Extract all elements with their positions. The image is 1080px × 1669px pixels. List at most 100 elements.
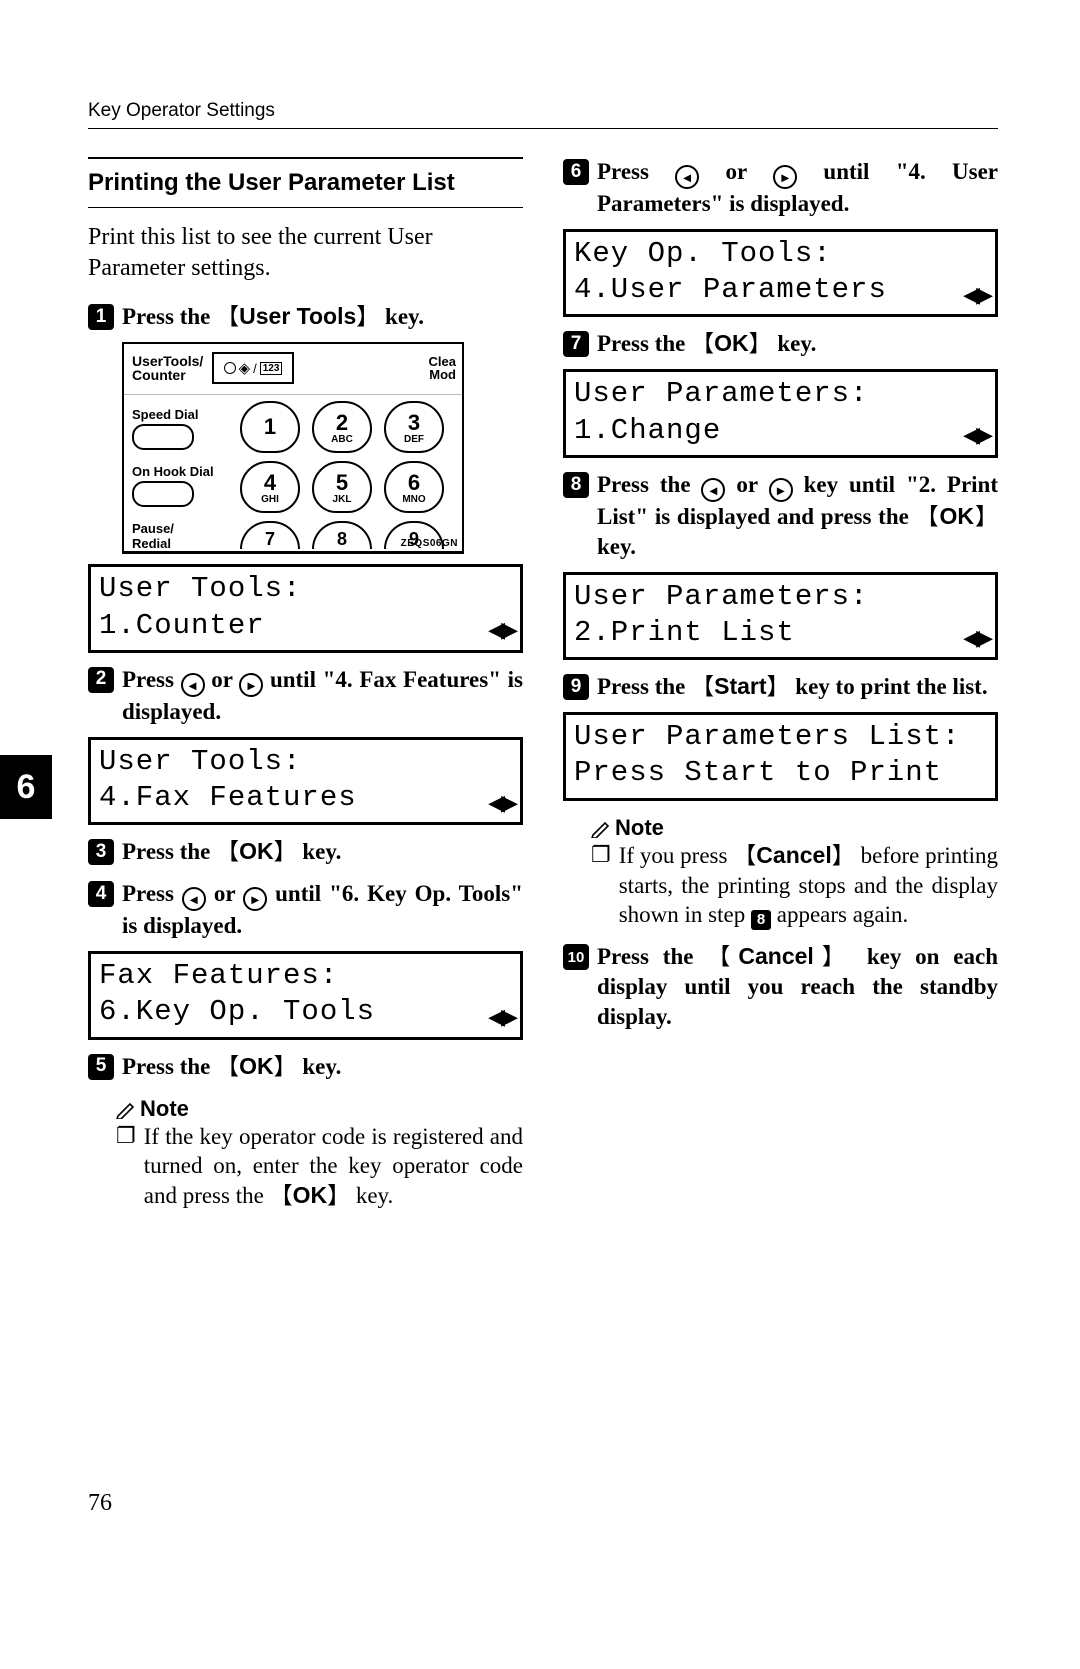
ok-key-label: OK bbox=[216, 838, 297, 864]
ut-label-1: UserTools/ bbox=[132, 353, 203, 369]
lcd-line: 4.Fax Features bbox=[99, 780, 512, 816]
keypad-6[interactable]: 6MNO bbox=[384, 461, 444, 513]
bullet-icon: ❐ bbox=[591, 841, 611, 931]
ok-key-label: OK bbox=[691, 330, 772, 356]
running-header: Key Operator Settings bbox=[88, 100, 998, 122]
on-hook-button[interactable] bbox=[132, 481, 194, 507]
step-1-text-b: key. bbox=[379, 304, 424, 329]
lcd-user-tools-counter: User Tools: 1.Counter ◀▶ bbox=[88, 564, 523, 653]
lcd-line: User Tools: bbox=[99, 744, 512, 780]
cancel-key-label: Cancel bbox=[733, 842, 855, 868]
nav-arrows-icon: ◀▶ bbox=[963, 421, 989, 449]
keypad-4[interactable]: 4GHI bbox=[240, 461, 300, 513]
cancel-key-label: Cancel bbox=[707, 943, 853, 969]
lcd-line: User Parameters List: bbox=[574, 719, 987, 755]
keypad-7[interactable]: 7 bbox=[240, 521, 300, 549]
lcd-line: 6.Key Op. Tools bbox=[99, 994, 512, 1030]
user-tools-key-label: User Tools bbox=[216, 303, 379, 329]
box-123-icon: 123 bbox=[260, 362, 283, 375]
section-title: Printing the User Parameter List bbox=[88, 157, 523, 208]
right-arrow-icon: ▸ bbox=[239, 673, 263, 697]
left-arrow-icon: ◂ bbox=[701, 478, 725, 502]
right-arrow-icon: ▸ bbox=[243, 887, 267, 911]
lcd-line: Key Op. Tools: bbox=[574, 236, 987, 272]
page-body: Key Operator Settings Printing the User … bbox=[88, 100, 998, 1211]
page-number: 76 bbox=[88, 1490, 112, 1517]
clear-label-2: Mod bbox=[429, 367, 456, 382]
ok-key-label: OK bbox=[270, 1182, 351, 1208]
diamond-icon: ◈ bbox=[239, 359, 251, 377]
pause-label: Pause/ bbox=[132, 521, 174, 536]
bullet-icon: ❐ bbox=[116, 1122, 136, 1212]
keypad-3[interactable]: 3DEF bbox=[384, 401, 444, 453]
step-4: 4 Press ◂ or ▸ until "6. Key Op. Tools" … bbox=[88, 879, 523, 941]
header-rule bbox=[88, 128, 998, 129]
lcd-line: 1.Counter bbox=[99, 608, 512, 644]
step-badge-3: 3 bbox=[88, 839, 114, 865]
start-key-label: Start bbox=[691, 673, 789, 699]
speed-dial-label: Speed Dial bbox=[132, 407, 240, 422]
chapter-tab: 6 bbox=[0, 755, 52, 819]
lcd-line: User Parameters: bbox=[574, 579, 987, 615]
step-6: 6 Press ◂ or ▸ until "4. User Parameters… bbox=[563, 157, 998, 219]
lcd-line: 1.Change bbox=[574, 413, 987, 449]
step-badge-2: 2 bbox=[88, 667, 114, 693]
lcd-line: 4.User Parameters bbox=[574, 272, 987, 308]
figure-id: ZEQS06GN bbox=[401, 538, 458, 549]
lcd-key-op-tools: Key Op. Tools: 4.User Parameters ◀▶ bbox=[563, 229, 998, 318]
step-9: 9 Press the Start key to print the list. bbox=[563, 672, 998, 702]
lcd-user-params-print: User Parameters: 2.Print List ◀▶ bbox=[563, 572, 998, 661]
step-badge-7: 7 bbox=[563, 331, 589, 357]
circle-icon bbox=[224, 362, 236, 374]
step-badge-8: 8 bbox=[563, 472, 589, 498]
lcd-line: User Parameters: bbox=[574, 376, 987, 412]
user-tools-button[interactable]: ◈/ 123 bbox=[212, 352, 294, 384]
ok-key-label: OK bbox=[216, 1053, 297, 1079]
step-1: 1 Press the User Tools key. bbox=[88, 302, 523, 332]
keypad-figure: UserTools/ Counter ◈/ 123 Clea Mod bbox=[122, 342, 464, 554]
step-badge-4: 4 bbox=[88, 881, 114, 907]
pencil-icon bbox=[591, 818, 611, 838]
step-7: 7 Press the OK key. bbox=[563, 329, 998, 359]
speed-dial-button[interactable] bbox=[132, 424, 194, 450]
step-3: 3 Press the OK key. bbox=[88, 837, 523, 867]
lcd-line: Press Start to Print bbox=[574, 755, 987, 791]
left-arrow-icon: ◂ bbox=[182, 887, 206, 911]
nav-arrows-icon: ◀▶ bbox=[488, 1003, 514, 1031]
nav-arrows-icon: ◀▶ bbox=[488, 789, 514, 817]
step-badge-1: 1 bbox=[88, 304, 114, 330]
nav-arrows-icon: ◀▶ bbox=[963, 624, 989, 652]
lcd-line: 2.Print List bbox=[574, 615, 987, 651]
step-ref-8: 8 bbox=[751, 910, 771, 930]
step-8: 8 Press the ◂ or ▸ key until "2. Print L… bbox=[563, 470, 998, 562]
right-arrow-icon: ▸ bbox=[769, 478, 793, 502]
step-badge-10: 10 bbox=[563, 944, 589, 970]
step-badge-9: 9 bbox=[563, 674, 589, 700]
keypad-2[interactable]: 2ABC bbox=[312, 401, 372, 453]
column-left: Printing the User Parameter List Print t… bbox=[88, 157, 523, 1211]
on-hook-label: On Hook Dial bbox=[132, 464, 240, 479]
lcd-user-tools-fax: User Tools: 4.Fax Features ◀▶ bbox=[88, 737, 523, 826]
note-2: ❐ If you press Cancel before printing st… bbox=[591, 841, 998, 931]
lcd-user-params-change: User Parameters: 1.Change ◀▶ bbox=[563, 369, 998, 458]
keypad-1[interactable]: 1 bbox=[240, 401, 300, 453]
column-right: 6 Press ◂ or ▸ until "4. User Parameters… bbox=[563, 157, 998, 1211]
step-1-text-a: Press the bbox=[122, 304, 216, 329]
intro-text: Print this list to see the current User … bbox=[88, 222, 523, 284]
step-badge-5: 5 bbox=[88, 1054, 114, 1080]
step-10: 10 Press the Cancel key on each display … bbox=[563, 942, 998, 1032]
step-badge-6: 6 bbox=[563, 159, 589, 185]
ut-label-2: Counter bbox=[132, 367, 186, 383]
keypad-5[interactable]: 5JKL bbox=[312, 461, 372, 513]
nav-arrows-icon: ◀▶ bbox=[488, 616, 514, 644]
keypad-8[interactable]: 8 bbox=[312, 521, 372, 549]
pencil-icon bbox=[116, 1099, 136, 1119]
ok-key-label: OK bbox=[916, 503, 998, 529]
step-5: 5 Press the OK key. bbox=[88, 1052, 523, 1082]
right-arrow-icon: ▸ bbox=[773, 165, 797, 189]
note-heading: Note bbox=[116, 1096, 523, 1122]
note-heading: Note bbox=[591, 815, 998, 841]
lcd-fax-features: Fax Features: 6.Key Op. Tools ◀▶ bbox=[88, 951, 523, 1040]
lcd-line: Fax Features: bbox=[99, 958, 512, 994]
left-arrow-icon: ◂ bbox=[181, 673, 205, 697]
